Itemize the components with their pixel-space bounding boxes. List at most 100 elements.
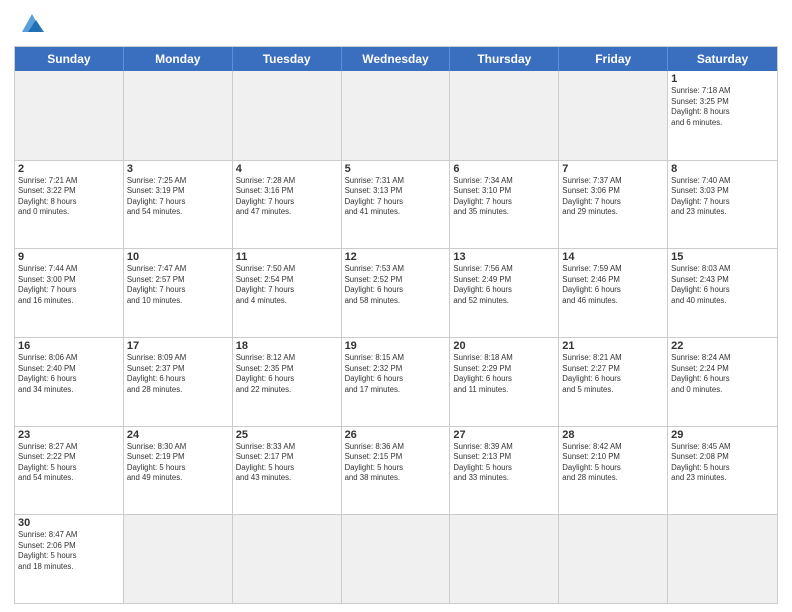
day-number: 21 — [562, 340, 664, 352]
calendar-cell: 22Sunrise: 8:24 AM Sunset: 2:24 PM Dayli… — [668, 338, 777, 426]
header-day-wednesday: Wednesday — [342, 47, 451, 71]
calendar-cell: 19Sunrise: 8:15 AM Sunset: 2:32 PM Dayli… — [342, 338, 451, 426]
day-number: 29 — [671, 429, 774, 441]
day-info: Sunrise: 8:47 AM Sunset: 2:06 PM Dayligh… — [18, 530, 120, 572]
calendar-cell — [668, 515, 777, 603]
header-day-tuesday: Tuesday — [233, 47, 342, 71]
calendar-cell: 28Sunrise: 8:42 AM Sunset: 2:10 PM Dayli… — [559, 427, 668, 515]
day-info: Sunrise: 7:50 AM Sunset: 2:54 PM Dayligh… — [236, 264, 338, 306]
header-day-monday: Monday — [124, 47, 233, 71]
day-info: Sunrise: 7:21 AM Sunset: 3:22 PM Dayligh… — [18, 176, 120, 218]
day-info: Sunrise: 8:30 AM Sunset: 2:19 PM Dayligh… — [127, 442, 229, 484]
day-info: Sunrise: 7:47 AM Sunset: 2:57 PM Dayligh… — [127, 264, 229, 306]
calendar-cell: 10Sunrise: 7:47 AM Sunset: 2:57 PM Dayli… — [124, 249, 233, 337]
calendar-cell: 23Sunrise: 8:27 AM Sunset: 2:22 PM Dayli… — [15, 427, 124, 515]
calendar-cell: 2Sunrise: 7:21 AM Sunset: 3:22 PM Daylig… — [15, 161, 124, 249]
calendar-cell: 20Sunrise: 8:18 AM Sunset: 2:29 PM Dayli… — [450, 338, 559, 426]
day-info: Sunrise: 7:31 AM Sunset: 3:13 PM Dayligh… — [345, 176, 447, 218]
calendar-cell: 26Sunrise: 8:36 AM Sunset: 2:15 PM Dayli… — [342, 427, 451, 515]
calendar-row-1: 2Sunrise: 7:21 AM Sunset: 3:22 PM Daylig… — [15, 160, 777, 249]
calendar-cell: 4Sunrise: 7:28 AM Sunset: 3:16 PM Daylig… — [233, 161, 342, 249]
calendar-cell — [450, 71, 559, 160]
day-info: Sunrise: 8:33 AM Sunset: 2:17 PM Dayligh… — [236, 442, 338, 484]
day-info: Sunrise: 8:18 AM Sunset: 2:29 PM Dayligh… — [453, 353, 555, 395]
calendar-cell: 30Sunrise: 8:47 AM Sunset: 2:06 PM Dayli… — [15, 515, 124, 603]
calendar: SundayMondayTuesdayWednesdayThursdayFrid… — [14, 46, 778, 604]
calendar-row-3: 16Sunrise: 8:06 AM Sunset: 2:40 PM Dayli… — [15, 337, 777, 426]
day-number: 2 — [18, 163, 120, 175]
calendar-cell: 25Sunrise: 8:33 AM Sunset: 2:17 PM Dayli… — [233, 427, 342, 515]
day-number: 14 — [562, 251, 664, 263]
logo — [14, 10, 54, 40]
page: SundayMondayTuesdayWednesdayThursdayFrid… — [0, 0, 792, 612]
calendar-cell: 16Sunrise: 8:06 AM Sunset: 2:40 PM Dayli… — [15, 338, 124, 426]
day-info: Sunrise: 8:15 AM Sunset: 2:32 PM Dayligh… — [345, 353, 447, 395]
day-info: Sunrise: 8:06 AM Sunset: 2:40 PM Dayligh… — [18, 353, 120, 395]
day-info: Sunrise: 8:09 AM Sunset: 2:37 PM Dayligh… — [127, 353, 229, 395]
day-number: 28 — [562, 429, 664, 441]
calendar-row-4: 23Sunrise: 8:27 AM Sunset: 2:22 PM Dayli… — [15, 426, 777, 515]
day-info: Sunrise: 7:53 AM Sunset: 2:52 PM Dayligh… — [345, 264, 447, 306]
day-info: Sunrise: 7:40 AM Sunset: 3:03 PM Dayligh… — [671, 176, 774, 218]
day-info: Sunrise: 8:36 AM Sunset: 2:15 PM Dayligh… — [345, 442, 447, 484]
calendar-header: SundayMondayTuesdayWednesdayThursdayFrid… — [15, 47, 777, 71]
calendar-cell: 13Sunrise: 7:56 AM Sunset: 2:49 PM Dayli… — [450, 249, 559, 337]
calendar-body: 1Sunrise: 7:18 AM Sunset: 3:25 PM Daylig… — [15, 71, 777, 603]
day-number: 25 — [236, 429, 338, 441]
day-number: 18 — [236, 340, 338, 352]
day-info: Sunrise: 8:24 AM Sunset: 2:24 PM Dayligh… — [671, 353, 774, 395]
calendar-cell — [124, 515, 233, 603]
header-day-thursday: Thursday — [450, 47, 559, 71]
day-number: 23 — [18, 429, 120, 441]
calendar-cell — [559, 515, 668, 603]
day-number: 7 — [562, 163, 664, 175]
day-number: 19 — [345, 340, 447, 352]
day-number: 26 — [345, 429, 447, 441]
header-day-saturday: Saturday — [668, 47, 777, 71]
day-number: 8 — [671, 163, 774, 175]
day-number: 15 — [671, 251, 774, 263]
day-info: Sunrise: 7:28 AM Sunset: 3:16 PM Dayligh… — [236, 176, 338, 218]
calendar-cell: 11Sunrise: 7:50 AM Sunset: 2:54 PM Dayli… — [233, 249, 342, 337]
calendar-cell: 1Sunrise: 7:18 AM Sunset: 3:25 PM Daylig… — [668, 71, 777, 160]
day-number: 9 — [18, 251, 120, 263]
day-info: Sunrise: 7:44 AM Sunset: 3:00 PM Dayligh… — [18, 264, 120, 306]
day-info: Sunrise: 7:18 AM Sunset: 3:25 PM Dayligh… — [671, 86, 774, 128]
calendar-cell — [233, 71, 342, 160]
calendar-cell — [342, 71, 451, 160]
day-number: 4 — [236, 163, 338, 175]
day-number: 12 — [345, 251, 447, 263]
day-number: 11 — [236, 251, 338, 263]
day-info: Sunrise: 8:21 AM Sunset: 2:27 PM Dayligh… — [562, 353, 664, 395]
day-info: Sunrise: 7:56 AM Sunset: 2:49 PM Dayligh… — [453, 264, 555, 306]
day-info: Sunrise: 7:37 AM Sunset: 3:06 PM Dayligh… — [562, 176, 664, 218]
header-day-friday: Friday — [559, 47, 668, 71]
logo-icon — [14, 10, 50, 40]
calendar-row-0: 1Sunrise: 7:18 AM Sunset: 3:25 PM Daylig… — [15, 71, 777, 160]
day-info: Sunrise: 8:27 AM Sunset: 2:22 PM Dayligh… — [18, 442, 120, 484]
day-info: Sunrise: 8:03 AM Sunset: 2:43 PM Dayligh… — [671, 264, 774, 306]
calendar-cell: 21Sunrise: 8:21 AM Sunset: 2:27 PM Dayli… — [559, 338, 668, 426]
header-day-sunday: Sunday — [15, 47, 124, 71]
day-number: 22 — [671, 340, 774, 352]
day-number: 20 — [453, 340, 555, 352]
calendar-cell — [342, 515, 451, 603]
day-info: Sunrise: 8:45 AM Sunset: 2:08 PM Dayligh… — [671, 442, 774, 484]
day-info: Sunrise: 8:39 AM Sunset: 2:13 PM Dayligh… — [453, 442, 555, 484]
day-number: 6 — [453, 163, 555, 175]
day-number: 30 — [18, 517, 120, 529]
calendar-cell — [15, 71, 124, 160]
calendar-cell: 18Sunrise: 8:12 AM Sunset: 2:35 PM Dayli… — [233, 338, 342, 426]
calendar-cell — [450, 515, 559, 603]
day-number: 10 — [127, 251, 229, 263]
calendar-cell: 17Sunrise: 8:09 AM Sunset: 2:37 PM Dayli… — [124, 338, 233, 426]
calendar-cell: 24Sunrise: 8:30 AM Sunset: 2:19 PM Dayli… — [124, 427, 233, 515]
calendar-cell — [124, 71, 233, 160]
day-info: Sunrise: 8:42 AM Sunset: 2:10 PM Dayligh… — [562, 442, 664, 484]
calendar-cell: 5Sunrise: 7:31 AM Sunset: 3:13 PM Daylig… — [342, 161, 451, 249]
calendar-cell: 9Sunrise: 7:44 AM Sunset: 3:00 PM Daylig… — [15, 249, 124, 337]
day-info: Sunrise: 8:12 AM Sunset: 2:35 PM Dayligh… — [236, 353, 338, 395]
calendar-cell: 27Sunrise: 8:39 AM Sunset: 2:13 PM Dayli… — [450, 427, 559, 515]
calendar-cell: 7Sunrise: 7:37 AM Sunset: 3:06 PM Daylig… — [559, 161, 668, 249]
day-number: 13 — [453, 251, 555, 263]
